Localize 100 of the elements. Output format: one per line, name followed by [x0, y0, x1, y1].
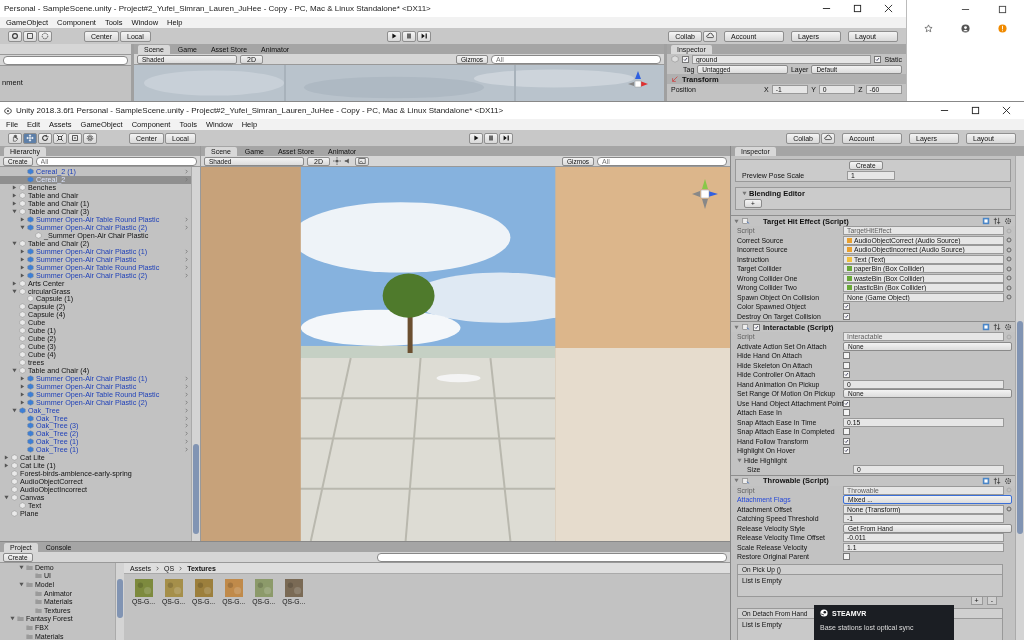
- help-book-icon[interactable]: [982, 476, 990, 485]
- tool-button[interactable]: [23, 30, 37, 42]
- tool-button[interactable]: [8, 132, 22, 144]
- foldout-arrow-icon[interactable]: [742, 191, 747, 197]
- close-icon[interactable]: [884, 4, 893, 13]
- sliders-icon[interactable]: [993, 476, 1001, 485]
- scrollbar[interactable]: [1015, 156, 1024, 640]
- help-book-icon[interactable]: [982, 323, 990, 331]
- sliders-icon[interactable]: [993, 323, 1001, 331]
- texture-thumbnail[interactable]: [134, 579, 153, 597]
- step-button[interactable]: [417, 30, 432, 42]
- pause-button[interactable]: [402, 30, 417, 42]
- sun-icon[interactable]: [332, 157, 341, 165]
- profile-icon[interactable]: [961, 24, 970, 33]
- object-picker-icon[interactable]: [1006, 506, 1012, 513]
- expand-arrow-icon[interactable]: [12, 201, 17, 207]
- play-button[interactable]: [387, 30, 402, 42]
- expand-arrow-icon[interactable]: [12, 240, 17, 246]
- checkbox[interactable]: [843, 352, 850, 360]
- checkbox[interactable]: [843, 428, 850, 436]
- star-icon[interactable]: [924, 24, 933, 33]
- gear-icon[interactable]: [1004, 323, 1012, 331]
- tool-button[interactable]: [8, 30, 22, 42]
- expand-arrow-icon[interactable]: [4, 463, 9, 469]
- expand-arrow-icon[interactable]: [20, 399, 25, 405]
- maximize-icon[interactable]: [998, 5, 1007, 14]
- expand-arrow-icon[interactable]: [20, 383, 25, 389]
- gear-icon[interactable]: [1004, 217, 1012, 225]
- pause-button[interactable]: [483, 132, 498, 144]
- expand-arrow-icon[interactable]: [4, 494, 9, 500]
- expand-arrow-icon[interactable]: [10, 616, 15, 622]
- object-picker-icon: [1006, 487, 1012, 494]
- expand-arrow-icon[interactable]: [20, 272, 25, 278]
- script-icon: [742, 476, 750, 485]
- chevron-icon: [155, 565, 160, 571]
- checkbox[interactable]: [843, 447, 850, 455]
- tool-button[interactable]: [38, 132, 52, 144]
- foldout-arrow-icon[interactable]: [734, 324, 739, 330]
- gear-icon[interactable]: [1004, 476, 1012, 485]
- close-icon[interactable]: [1002, 106, 1011, 115]
- texture-thumbnail[interactable]: [194, 579, 213, 597]
- maximize-icon[interactable]: [853, 4, 862, 13]
- expand-arrow-icon[interactable]: [19, 582, 24, 587]
- scrollbar[interactable]: [191, 167, 200, 541]
- texture-thumbnail[interactable]: [224, 579, 243, 597]
- expand-arrow-icon[interactable]: [20, 264, 25, 270]
- expand-arrow-icon[interactable]: [12, 407, 17, 413]
- play-icon: [471, 134, 480, 142]
- static-checkbox[interactable]: [874, 55, 882, 63]
- scale-icon: [56, 134, 64, 142]
- hand-icon: [11, 134, 19, 142]
- expand-arrow-icon[interactable]: [20, 248, 25, 254]
- expand-arrow-icon[interactable]: [20, 225, 25, 231]
- checkbox[interactable]: [843, 312, 850, 320]
- expand-arrow-icon[interactable]: [12, 288, 17, 294]
- transform-icon: [671, 75, 679, 83]
- checkbox[interactable]: [843, 371, 850, 379]
- checkbox[interactable]: [843, 553, 850, 561]
- play-button[interactable]: [468, 132, 483, 144]
- texture-thumbnail[interactable]: [164, 579, 183, 597]
- foldout-arrow-icon[interactable]: [737, 457, 742, 463]
- expand-arrow-icon[interactable]: [12, 280, 17, 286]
- expand-arrow-icon[interactable]: [20, 391, 25, 397]
- scrollbar[interactable]: [115, 563, 124, 640]
- search-field[interactable]: [377, 552, 727, 562]
- maximize-icon[interactable]: [971, 106, 980, 115]
- steam-logo-icon: [820, 609, 828, 617]
- expand-arrow-icon[interactable]: [4, 455, 9, 461]
- tool-button[interactable]: [53, 132, 67, 144]
- expand-arrow-icon[interactable]: [12, 193, 17, 199]
- effects-dropdown[interactable]: [354, 156, 369, 166]
- active-checkbox[interactable]: [682, 55, 689, 63]
- sliders-icon[interactable]: [993, 217, 1001, 225]
- expand-arrow-icon[interactable]: [20, 217, 25, 223]
- cloud-button[interactable]: [821, 132, 835, 144]
- texture-thumbnail[interactable]: [284, 579, 303, 597]
- rotate-icon: [11, 32, 19, 40]
- checkbox[interactable]: [843, 409, 850, 417]
- help-book-icon[interactable]: [982, 217, 990, 225]
- checkbox[interactable]: [753, 323, 760, 331]
- step-button[interactable]: [498, 132, 513, 144]
- tool-button[interactable]: [68, 132, 82, 144]
- foldout-arrow-icon[interactable]: [734, 218, 739, 224]
- checkbox[interactable]: [843, 399, 850, 407]
- expand-arrow-icon[interactable]: [12, 367, 17, 373]
- expand-arrow-icon[interactable]: [19, 564, 24, 570]
- expand-arrow-icon[interactable]: [12, 209, 17, 215]
- texture-thumbnail[interactable]: [254, 579, 273, 597]
- search-field[interactable]: [3, 55, 128, 65]
- tool-button[interactable]: [83, 132, 97, 144]
- expand-arrow-icon[interactable]: [20, 375, 25, 381]
- alert-icon[interactable]: [998, 24, 1007, 33]
- foldout-arrow-icon[interactable]: [734, 478, 739, 483]
- transform-icon: [41, 32, 49, 40]
- expand-arrow-icon[interactable]: [12, 185, 17, 191]
- expand-arrow-icon[interactable]: [20, 256, 25, 262]
- cloud-button[interactable]: [703, 30, 717, 42]
- checkbox[interactable]: [843, 361, 850, 369]
- checkbox[interactable]: [843, 437, 850, 445]
- checkbox[interactable]: [843, 303, 850, 311]
